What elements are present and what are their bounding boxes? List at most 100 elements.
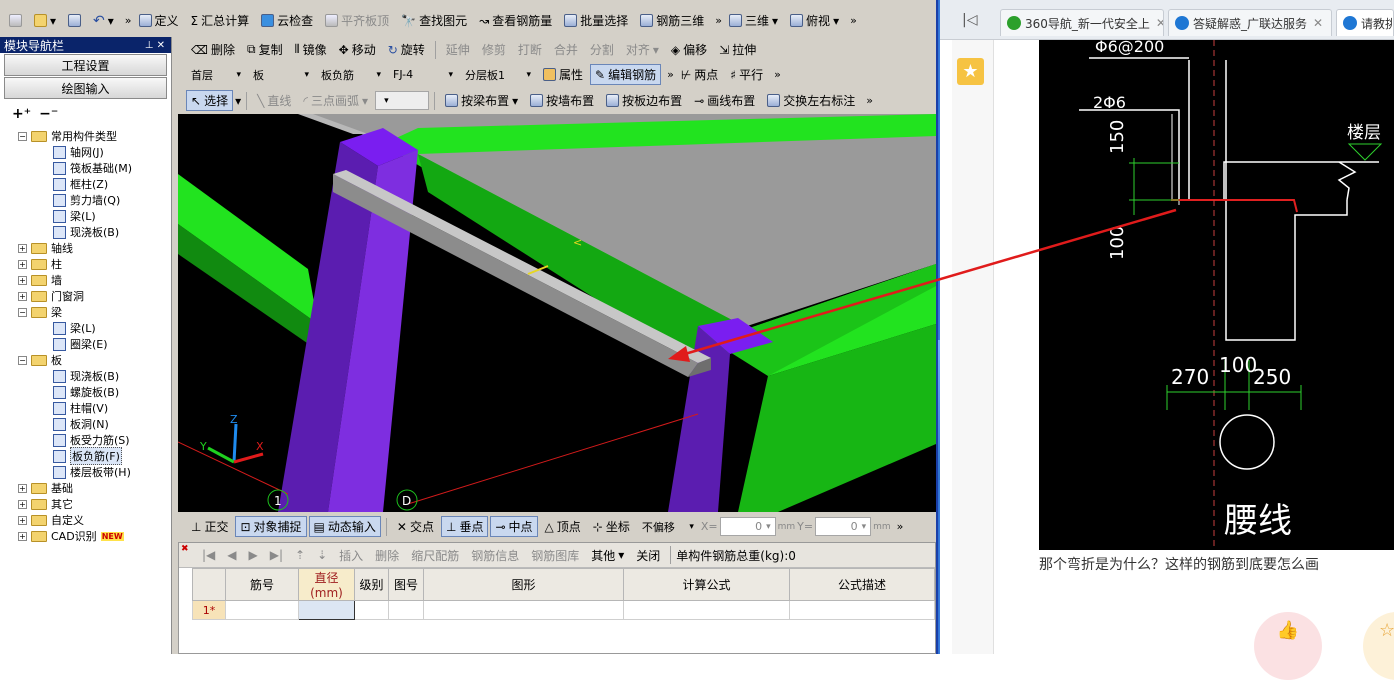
view-rebar-button[interactable]: ↝ 查看钢筋量 xyxy=(474,10,557,31)
row-number[interactable]: 1* xyxy=(192,600,226,620)
rotate-button[interactable]: ↻ 旋转 xyxy=(383,39,430,60)
level-top-button[interactable]: 平齐板顶 xyxy=(320,10,394,31)
rebar-lib-button[interactable]: 钢筋图库 xyxy=(526,545,584,566)
scale-rebar-button[interactable]: 缩尺配筋 xyxy=(406,545,464,566)
offset-button[interactable]: ◈ 偏移 xyxy=(666,39,712,60)
table-cell[interactable] xyxy=(354,600,389,620)
tree-node-item[interactable]: 板负筋(F) xyxy=(18,447,171,465)
tree-node-group[interactable]: + 墙 xyxy=(18,272,171,288)
prev-record-button[interactable]: ◀ xyxy=(222,545,241,566)
two-points-button[interactable]: ⊬ 两点 xyxy=(676,64,723,85)
insert-row-button[interactable]: 插入 xyxy=(334,545,368,566)
tree-node-item[interactable]: 板洞(N) xyxy=(18,416,171,432)
tree-node-item[interactable]: 轴网(J) xyxy=(18,144,171,160)
tree-node-item[interactable]: 圈梁(E) xyxy=(18,336,171,352)
parallel-button[interactable]: ♯ 平行 xyxy=(725,64,768,85)
next-record-button[interactable]: ▶ xyxy=(244,545,263,566)
col-header[interactable]: 筋号 xyxy=(225,568,299,601)
define-button[interactable]: 定义 xyxy=(134,10,184,31)
collapse-icon[interactable]: − xyxy=(18,307,27,317)
close-grid-button[interactable]: 关闭 xyxy=(631,545,665,566)
col-header[interactable]: 直径(mm) xyxy=(298,568,355,601)
tree-node-item[interactable]: 螺旋板(B) xyxy=(18,384,171,400)
copy-button[interactable]: ⧉ 复制 xyxy=(242,39,288,60)
table-row[interactable]: 1* xyxy=(192,600,935,620)
table-cell[interactable] xyxy=(225,600,299,620)
tree-node-item[interactable]: 梁(L) xyxy=(18,320,171,336)
table-cell[interactable] xyxy=(789,600,935,620)
cloud-check-button[interactable]: 云检查 xyxy=(256,10,318,31)
type-select[interactable]: 板 xyxy=(248,65,314,84)
edit-rebar-button[interactable]: ✎ 编辑钢筋 xyxy=(590,64,662,85)
component-select[interactable]: FJ-4 xyxy=(388,65,458,84)
drawing-input-button[interactable]: 绘图输入 xyxy=(4,77,167,99)
vertex-snap[interactable]: △ 顶点 xyxy=(540,516,586,537)
by-beam-button[interactable]: 按梁布置 ▾ xyxy=(440,90,523,111)
nav-pin-close-icon[interactable]: ⊥ ✕ xyxy=(145,40,171,51)
tree-node-group[interactable]: + CAD识别 NEW xyxy=(18,528,171,544)
tree-node-item[interactable]: 梁(L) xyxy=(18,208,171,224)
table-cell[interactable] xyxy=(623,600,790,620)
collapse-all-icon[interactable]: −⁻ xyxy=(39,106,58,122)
project-settings-button[interactable]: 工程设置 xyxy=(4,54,167,76)
collapse-icon[interactable]: − xyxy=(18,355,27,365)
move-down-button[interactable]: ⇣ xyxy=(312,545,332,566)
tab-close-icon[interactable]: ✕ xyxy=(1156,16,1163,30)
col-header[interactable]: 公式描述 xyxy=(789,568,935,601)
tree-node-group[interactable]: + 其它 xyxy=(18,496,171,512)
tree-node-item[interactable]: 板受力筋(S) xyxy=(18,432,171,448)
tree-node-item[interactable]: 剪力墙(Q) xyxy=(18,192,171,208)
browser-tab-2[interactable]: 答疑解惑_广联达服务 ✕ xyxy=(1168,9,1332,36)
expand-icon[interactable]: + xyxy=(18,243,27,253)
intersect-snap[interactable]: ✕ 交点 xyxy=(392,516,439,537)
col-header[interactable]: 图形 xyxy=(423,568,624,601)
properties-button[interactable]: 属性 xyxy=(538,64,588,85)
draw-line-button[interactable]: ⊸ 画线布置 xyxy=(689,90,760,111)
tree-node-item[interactable]: 筏板基础(M) xyxy=(18,160,171,176)
split-button[interactable]: 分割 xyxy=(585,39,619,60)
tree-node-group[interactable]: − 常用构件类型 xyxy=(18,128,171,144)
toolbar-overflow-icon-3[interactable]: » xyxy=(850,14,857,27)
expand-all-icon[interactable]: +⁺ xyxy=(12,106,31,122)
break-button[interactable]: 打断 xyxy=(513,39,547,60)
tree-node-group[interactable]: − 板 xyxy=(18,352,171,368)
first-record-button[interactable]: |◀ xyxy=(197,545,220,566)
trim-button[interactable]: 修剪 xyxy=(477,39,511,60)
extend-button[interactable]: 延伸 xyxy=(441,39,475,60)
align-button[interactable]: 对齐 ▾ xyxy=(621,39,664,60)
merge-button[interactable]: 合并 xyxy=(549,39,583,60)
col-header[interactable]: 计算公式 xyxy=(623,568,790,601)
toolbar-overflow-icon[interactable]: » xyxy=(125,14,132,27)
rebar-info-button[interactable]: 钢筋信息 xyxy=(466,545,524,566)
dynamic-input-toggle[interactable]: ▤ 动态输入 xyxy=(308,516,381,537)
sum-calc-button[interactable]: Σ 汇总计算 xyxy=(186,10,255,31)
tree-node-group[interactable]: − 梁 xyxy=(18,304,171,320)
floor-select[interactable]: 首层 xyxy=(186,65,246,84)
open-file-button[interactable]: ▾ xyxy=(29,10,61,31)
delete-row-button[interactable]: 删除 xyxy=(370,545,404,566)
subtype-select[interactable]: 板负筋 xyxy=(316,65,386,84)
favorites-star-icon[interactable]: ★ xyxy=(957,58,984,85)
expand-icon[interactable]: + xyxy=(18,275,27,285)
expand-icon[interactable]: + xyxy=(18,515,27,525)
arc-mode-select[interactable] xyxy=(375,91,430,110)
col-header[interactable]: 图号 xyxy=(388,568,424,601)
batch-select-button[interactable]: 批量选择 xyxy=(559,10,633,31)
tab-close-icon[interactable]: ✕ xyxy=(1313,16,1323,30)
tree-node-group[interactable]: + 门窗洞 xyxy=(18,288,171,304)
find-element-button[interactable]: 🔭 查找图元 xyxy=(396,10,472,31)
mirror-button[interactable]: ⫴ 镜像 xyxy=(290,39,332,60)
mid-snap[interactable]: ⊸ 中点 xyxy=(490,516,538,537)
browser-tab-3-active[interactable]: 请教挑 xyxy=(1336,9,1394,36)
tree-node-item[interactable]: 现浇板(B) xyxy=(18,368,171,384)
panel-close-icon[interactable]: ✖ xyxy=(181,544,189,554)
table-cell-active[interactable] xyxy=(298,600,355,620)
last-record-button[interactable]: ▶| xyxy=(265,545,288,566)
collapse-icon[interactable]: − xyxy=(18,131,27,141)
stretch-button[interactable]: ⇲ 拉伸 xyxy=(714,39,761,60)
perp-snap[interactable]: ⊥ 垂点 xyxy=(440,516,489,537)
3d-viewport[interactable]: < 1 D Z Y X xyxy=(178,114,936,512)
browser-tab-1[interactable]: 360导航_新一代安全上 ✕ xyxy=(1000,9,1164,36)
by-slab-edge-button[interactable]: 按板边布置 xyxy=(601,90,687,111)
tree-node-group[interactable]: + 轴线 xyxy=(18,240,171,256)
